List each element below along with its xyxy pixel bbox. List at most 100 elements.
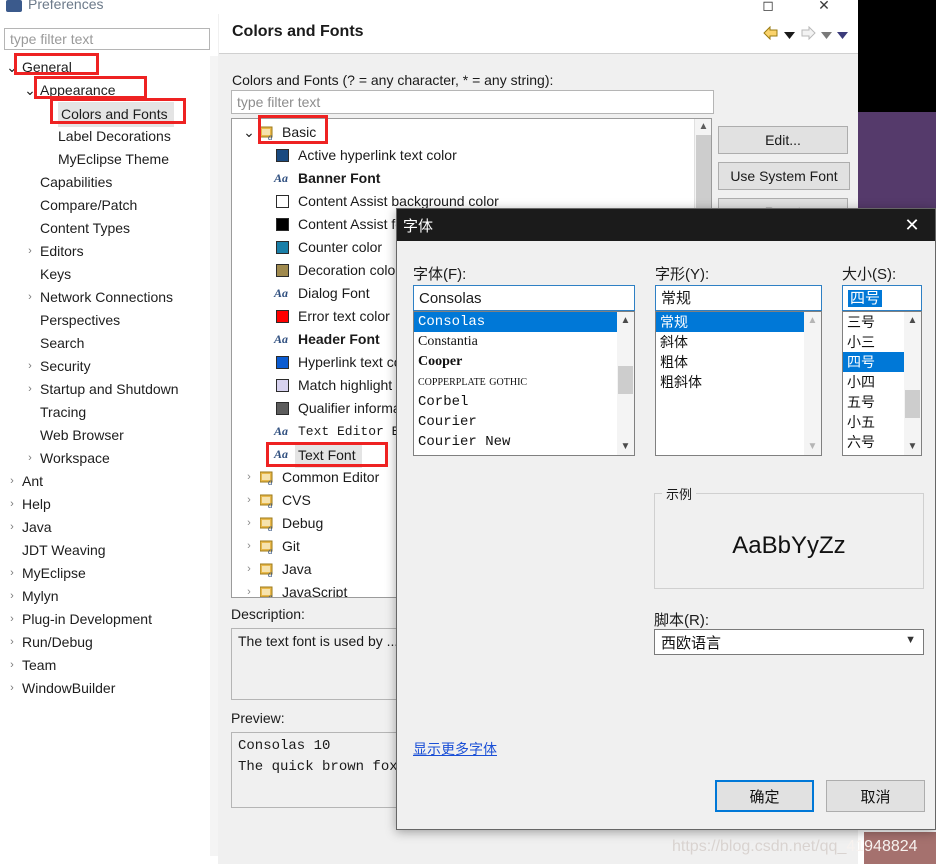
list-item[interactable]: 小四: [843, 372, 905, 392]
list-item[interactable]: 斜体: [656, 332, 805, 352]
menu-dropdown-icon[interactable]: [837, 27, 848, 42]
sidebar-item-workspace[interactable]: › Workspace: [0, 447, 214, 470]
chevron-right-icon[interactable]: ›: [22, 355, 38, 378]
chevron-right-icon[interactable]: ›: [4, 654, 20, 677]
sidebar-item-run-debug[interactable]: › Run/Debug: [0, 631, 214, 654]
sidebar-item-startup-and-shutdown[interactable]: › Startup and Shutdown: [0, 378, 214, 401]
list-item[interactable]: 三号: [843, 312, 905, 332]
colors-fonts-item-active-hyperlink-text-color[interactable]: Active hyperlink text color: [232, 144, 694, 167]
scroll-up-icon[interactable]: ▲: [695, 119, 711, 135]
chevron-right-icon[interactable]: ›: [242, 489, 256, 512]
sidebar-item-appearance[interactable]: ⌄ Appearance: [0, 79, 214, 102]
chevron-right-icon[interactable]: ›: [22, 378, 38, 401]
list-item[interactable]: Constantia: [414, 332, 618, 352]
sidebar-item-java[interactable]: › Java: [0, 516, 214, 539]
sidebar-item-editors[interactable]: › Editors: [0, 240, 214, 263]
maximize-icon[interactable]: ◻: [750, 0, 786, 14]
sidebar-item-perspectives[interactable]: Perspectives: [0, 309, 214, 332]
scroll-up-icon[interactable]: ▲: [904, 312, 921, 329]
script-select[interactable]: 西欧语言 ▼: [654, 629, 924, 655]
scroll-down-icon[interactable]: ▼: [904, 438, 921, 455]
list-item[interactable]: 小五: [843, 412, 905, 432]
font-style-list-scrollbar[interactable]: ▲ ▼: [804, 312, 821, 455]
chevron-right-icon[interactable]: ›: [22, 286, 38, 309]
chevron-down-icon[interactable]: ⌄: [242, 121, 256, 144]
sidebar-item-label-decorations[interactable]: Label Decorations: [0, 125, 214, 148]
font-family-list[interactable]: Consolas Constantia Cooper COPPERPLATE GOTH…: [413, 311, 635, 456]
sidebar-filter-input[interactable]: type filter text: [4, 28, 210, 50]
back-arrow-icon[interactable]: [763, 25, 779, 43]
font-style-input[interactable]: 常规: [655, 285, 822, 311]
chevron-right-icon[interactable]: ›: [4, 516, 20, 539]
forward-dropdown-icon[interactable]: [821, 27, 832, 42]
chevron-right-icon[interactable]: ›: [4, 677, 20, 700]
chevron-down-icon[interactable]: ⌄: [22, 79, 38, 102]
list-item[interactable]: Corbel: [414, 392, 618, 412]
font-family-input[interactable]: Consolas: [413, 285, 635, 311]
chevron-right-icon[interactable]: ›: [4, 562, 20, 585]
list-item[interactable]: 四号: [843, 352, 905, 372]
chevron-right-icon[interactable]: ›: [22, 240, 38, 263]
chevron-down-icon[interactable]: ▼: [905, 634, 916, 646]
colors-fonts-item-banner-font[interactable]: Aa Banner Font: [232, 167, 694, 190]
scrollbar-thumb[interactable]: [905, 390, 920, 418]
sidebar-item-windowbuilder[interactable]: › WindowBuilder: [0, 677, 214, 700]
sidebar-item-jdt-weaving[interactable]: JDT Weaving: [0, 539, 214, 562]
sidebar-item-ant[interactable]: › Ant: [0, 470, 214, 493]
scroll-up-icon[interactable]: ▲: [617, 312, 634, 329]
list-item[interactable]: Courier New: [414, 432, 618, 452]
close-icon[interactable]: ✕: [897, 212, 927, 238]
chevron-right-icon[interactable]: ›: [4, 470, 20, 493]
use-system-font-button[interactable]: Use System Font: [718, 162, 850, 190]
sidebar-item-security[interactable]: › Security: [0, 355, 214, 378]
ok-button[interactable]: 确定: [715, 780, 814, 812]
chevron-right-icon[interactable]: ›: [242, 535, 256, 558]
scrollbar-thumb[interactable]: [618, 366, 633, 394]
forward-arrow-icon[interactable]: [800, 25, 816, 43]
font-size-list-scrollbar[interactable]: ▲ ▼: [904, 312, 921, 455]
chevron-right-icon[interactable]: ›: [4, 608, 20, 631]
list-item[interactable]: 常规: [656, 312, 805, 332]
chevron-right-icon[interactable]: ›: [22, 447, 38, 470]
edit-button[interactable]: Edit...: [718, 126, 848, 154]
chevron-down-icon[interactable]: ⌄: [4, 56, 20, 79]
scroll-up-icon[interactable]: ▲: [804, 312, 821, 329]
close-icon[interactable]: ✕: [806, 0, 842, 14]
list-item[interactable]: COPPERPLATE GOTHIC: [414, 372, 618, 392]
sidebar-item-myeclipse-theme[interactable]: MyEclipse Theme: [0, 148, 214, 171]
list-item[interactable]: 小三: [843, 332, 905, 352]
list-item[interactable]: Consolas: [414, 312, 618, 332]
sidebar-item-search[interactable]: Search: [0, 332, 214, 355]
colors-fonts-item-basic[interactable]: ⌄ a Basic: [232, 121, 694, 144]
show-more-fonts-link[interactable]: 显示更多字体: [413, 739, 497, 759]
list-item[interactable]: 粗体: [656, 352, 805, 372]
list-item[interactable]: 粗斜体: [656, 372, 805, 392]
list-item[interactable]: Courier: [414, 412, 618, 432]
sidebar-item-general[interactable]: ⌄ General: [0, 56, 214, 79]
sidebar-item-help[interactable]: › Help: [0, 493, 214, 516]
font-family-list-scrollbar[interactable]: ▲ ▼: [617, 312, 634, 455]
font-size-list[interactable]: 三号 小三 四号 小四 五号 小五 六号 ▲ ▼: [842, 311, 922, 456]
list-item[interactable]: 五号: [843, 392, 905, 412]
sidebar-item-capabilities[interactable]: Capabilities: [0, 171, 214, 194]
sidebar-item-plug-in-development[interactable]: › Plug-in Development: [0, 608, 214, 631]
sidebar-item-tracing[interactable]: Tracing: [0, 401, 214, 424]
sidebar-scrollbar[interactable]: [210, 56, 218, 856]
sidebar-item-compare-patch[interactable]: Compare/Patch: [0, 194, 214, 217]
list-item[interactable]: 六号: [843, 432, 905, 452]
chevron-right-icon[interactable]: ›: [242, 512, 256, 535]
chevron-right-icon[interactable]: ›: [4, 631, 20, 654]
cancel-button[interactable]: 取消: [826, 780, 925, 812]
chevron-right-icon[interactable]: ›: [242, 581, 256, 597]
chevron-right-icon[interactable]: ›: [4, 585, 20, 608]
sidebar-item-myeclipse[interactable]: › MyEclipse: [0, 562, 214, 585]
sidebar-item-team[interactable]: › Team: [0, 654, 214, 677]
chevron-right-icon[interactable]: ›: [242, 558, 256, 581]
sidebar-item-web-browser[interactable]: Web Browser: [0, 424, 214, 447]
back-dropdown-icon[interactable]: [784, 27, 795, 42]
chevron-right-icon[interactable]: ›: [242, 466, 256, 489]
sidebar-item-network-connections[interactable]: › Network Connections: [0, 286, 214, 309]
sidebar-item-colors-and-fonts[interactable]: Colors and Fonts: [0, 102, 214, 127]
font-size-input[interactable]: 四号: [842, 285, 922, 311]
sidebar-item-keys[interactable]: Keys: [0, 263, 214, 286]
